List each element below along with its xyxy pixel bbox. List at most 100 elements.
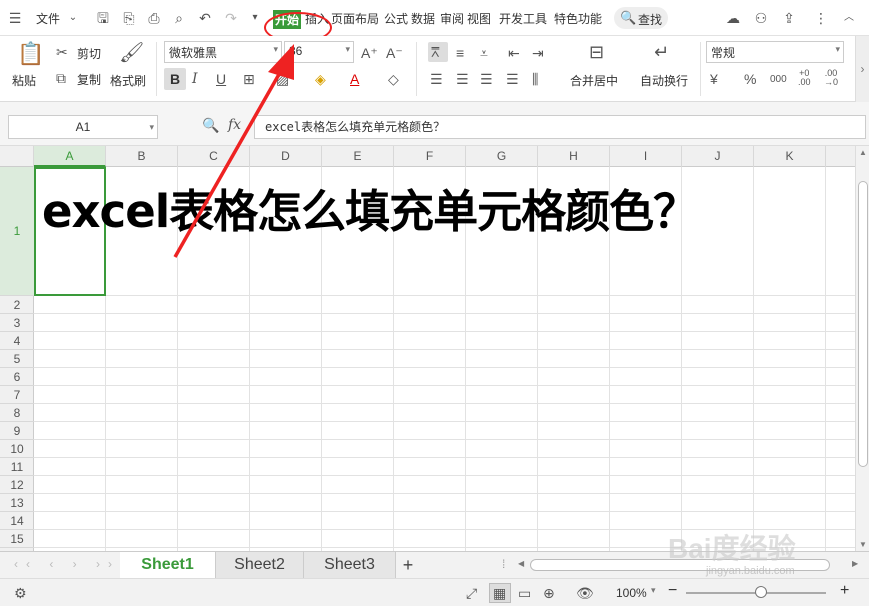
row-header-8[interactable]: 8 xyxy=(0,404,34,422)
format-painter-icon[interactable]: 🖌 xyxy=(119,42,144,64)
column-header-i[interactable]: I xyxy=(610,146,682,167)
zoom-slider-thumb[interactable] xyxy=(755,586,767,598)
cut-icon[interactable]: ✂ xyxy=(56,44,68,60)
zoom-in-button[interactable]: + xyxy=(840,582,849,600)
copy-button[interactable]: 复制 xyxy=(77,71,101,88)
add-sheet-button[interactable]: + xyxy=(396,552,420,578)
zoom-level[interactable]: 100% xyxy=(616,586,647,600)
indent-decrease-icon[interactable]: ⇤ xyxy=(508,45,520,61)
cloud-icon[interactable]: ☁ xyxy=(724,9,742,27)
tab-view[interactable]: 视图 xyxy=(467,10,491,27)
scroll-down-icon[interactable]: ▼ xyxy=(859,540,867,549)
indent-increase-icon[interactable]: ⇥ xyxy=(532,45,544,61)
ribbon-scroll-right[interactable]: › xyxy=(855,36,869,102)
undo-icon[interactable]: ↶ xyxy=(196,9,214,27)
macro-icon[interactable]: ⚙ xyxy=(14,585,27,601)
column-header-j[interactable]: J xyxy=(682,146,754,167)
fill-color-icon[interactable]: ◈ xyxy=(315,71,326,87)
tab-data[interactable]: 数据 xyxy=(411,10,435,27)
chevron-down-icon[interactable]: ⌄ xyxy=(64,9,82,27)
tab-review[interactable]: 审阅 xyxy=(440,10,464,27)
row-header-6[interactable]: 6 xyxy=(0,368,34,386)
row-header-7[interactable]: 7 xyxy=(0,386,34,404)
row-header-14[interactable]: 14 xyxy=(0,512,34,530)
format-painter-button[interactable]: 格式刷 xyxy=(110,72,146,89)
cell-grid[interactable]: excel表格怎么填充单元格颜色？ xyxy=(34,167,855,551)
row-header-2[interactable]: 2 xyxy=(0,296,34,314)
row-header-11[interactable]: 11 xyxy=(0,458,34,476)
percent-button[interactable]: % xyxy=(744,71,756,87)
italic-button[interactable]: I xyxy=(192,71,198,87)
export-icon[interactable]: ⎘ xyxy=(120,9,138,27)
increase-font-icon[interactable]: A⁺ xyxy=(361,45,378,61)
fx-icon[interactable]: fx xyxy=(228,117,241,133)
currency-icon[interactable]: ¥ xyxy=(710,71,718,87)
align-middle-icon[interactable]: ≡ xyxy=(456,45,464,61)
more-icon[interactable]: ▾ xyxy=(246,9,264,27)
page-layout-view-icon[interactable]: ▭ xyxy=(518,585,531,601)
zoom-lookup-icon[interactable]: 🔍 xyxy=(202,117,219,133)
merge-icon[interactable]: ⊟ xyxy=(589,43,604,61)
scroll-up-icon[interactable]: ▲ xyxy=(859,148,867,157)
tab-developer[interactable]: 开发工具 xyxy=(499,10,547,27)
tab-special[interactable]: 特色功能 xyxy=(554,10,602,27)
zoom-out-button[interactable]: − xyxy=(668,582,677,600)
scroll-right-icon[interactable]: ▶ xyxy=(852,559,858,568)
tab-formulas[interactable]: 公式 xyxy=(384,10,408,27)
user-add-icon[interactable]: ⚇ xyxy=(752,9,770,27)
page-break-view-icon[interactable]: ⊕ xyxy=(543,585,555,601)
tab-sheet3[interactable]: Sheet3 xyxy=(304,552,396,578)
tab-sheet1[interactable]: Sheet1 xyxy=(120,552,216,578)
sheet-nav-icons[interactable]: ‹‹ ‹ › ›› xyxy=(14,557,120,571)
column-header-f[interactable]: F xyxy=(394,146,466,167)
align-left-icon[interactable]: ☰ xyxy=(430,71,443,87)
column-header-h[interactable]: H xyxy=(538,146,610,167)
column-header-b[interactable]: B xyxy=(106,146,178,167)
tab-page-layout[interactable]: 页面布局 xyxy=(331,10,379,27)
redo-icon[interactable]: ↷ xyxy=(222,9,240,27)
row-header-12[interactable]: 12 xyxy=(0,476,34,494)
row-header-10[interactable]: 10 xyxy=(0,440,34,458)
print-icon[interactable]: ⎙ xyxy=(145,9,163,27)
column-header-g[interactable]: G xyxy=(466,146,538,167)
wrap-icon[interactable]: ↵ xyxy=(654,43,669,61)
copy-icon[interactable]: ⧉ xyxy=(56,70,66,86)
decrease-font-icon[interactable]: A⁻ xyxy=(386,45,403,61)
number-format-select[interactable]: 常规 ▾ xyxy=(706,41,844,63)
align-top-button[interactable]: ⩞ xyxy=(428,42,448,62)
formula-input[interactable]: excel表格怎么填充单元格颜色？ xyxy=(254,115,866,139)
clear-format-icon[interactable]: ◇ xyxy=(388,71,399,87)
font-size-select[interactable]: 36 ▾ xyxy=(284,41,354,63)
collapse-ribbon-icon[interactable]: ︿ xyxy=(840,9,858,27)
wrap-text-button[interactable]: 自动换行 xyxy=(640,72,688,89)
search-button[interactable]: 🔍 查找 xyxy=(614,7,668,29)
scroll-left-icon[interactable]: ◀ xyxy=(518,559,524,568)
menu-icon[interactable]: ☰ xyxy=(6,9,24,27)
bold-button[interactable]: B xyxy=(164,68,186,90)
row-header-9[interactable]: 9 xyxy=(0,422,34,440)
name-box[interactable]: A1 ▾ xyxy=(8,115,158,139)
decrease-decimal-icon[interactable]: .00 →0 xyxy=(824,69,838,87)
hscroll-handle-icon[interactable]: ⁞ xyxy=(502,557,505,571)
row-header-13[interactable]: 13 xyxy=(0,494,34,512)
increase-decimal-icon[interactable]: +0.00 xyxy=(798,69,811,87)
justify-icon[interactable]: ☰ xyxy=(506,71,519,87)
cut-button[interactable]: 剪切 xyxy=(77,45,101,62)
align-bottom-icon[interactable]: ⩡ xyxy=(480,45,488,61)
paste-icon[interactable]: 📋 xyxy=(17,42,44,66)
merge-center-button[interactable]: 合并居中 xyxy=(570,72,618,89)
vertical-scrollbar[interactable]: ▲ ▼ xyxy=(855,146,869,551)
normal-view-button[interactable]: ▦ xyxy=(489,583,511,603)
column-header-c[interactable]: C xyxy=(178,146,250,167)
row-header-4[interactable]: 4 xyxy=(0,332,34,350)
align-center-icon[interactable]: ☰ xyxy=(456,71,469,87)
more-menu-icon[interactable]: ⋮ xyxy=(812,9,830,27)
preview-icon[interactable]: ⌕ xyxy=(170,9,188,27)
file-menu[interactable]: 文件 xyxy=(36,10,60,27)
paste-button[interactable]: 粘贴 xyxy=(12,72,36,89)
reading-mode-icon[interactable]: 👁 xyxy=(576,585,594,601)
share-icon[interactable]: ⇪ xyxy=(780,9,798,27)
font-name-select[interactable]: 微软雅黑 ▾ xyxy=(164,41,282,63)
zoom-dropdown-icon[interactable]: ▾ xyxy=(651,585,656,596)
border-icon[interactable]: ⊞ xyxy=(243,71,255,87)
